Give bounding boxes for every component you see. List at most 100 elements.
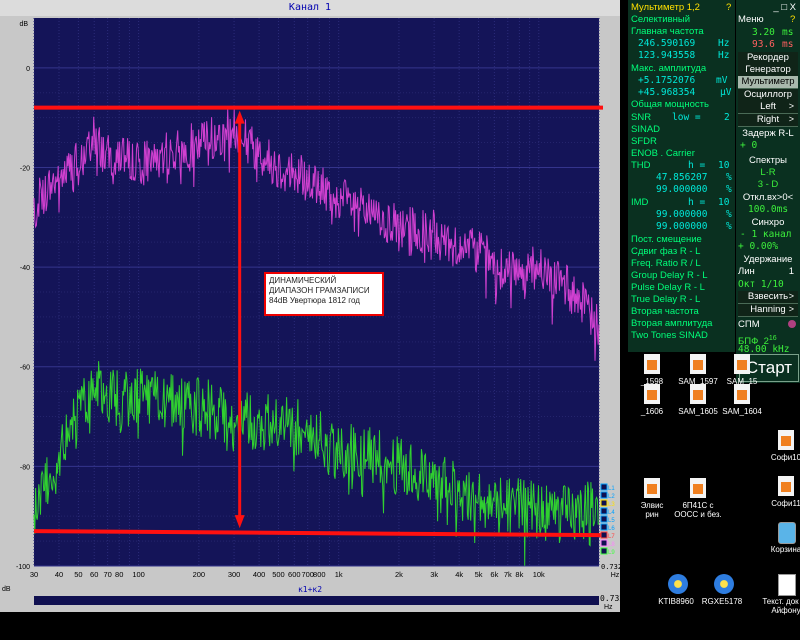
snr-item[interactable]: SNR xyxy=(631,112,651,123)
enob-item[interactable]: ENOB . Carrier xyxy=(631,148,695,159)
x-tick-label: 7k xyxy=(504,570,512,579)
desktop-icon-label: Софи11 xyxy=(771,499,800,508)
imd-h-value[interactable]: 10 xyxy=(718,197,729,208)
weight-button[interactable]: Взвесить > xyxy=(738,291,798,304)
desktop-icon[interactable]: Корзина xyxy=(756,520,800,560)
x-tick-label: 100 xyxy=(132,570,145,579)
x-tick-label: 10k xyxy=(533,570,545,579)
delay-label[interactable]: Задерж R-L xyxy=(736,128,800,139)
x-tick-label: 30 xyxy=(30,570,38,579)
x-tick-label: 1k xyxy=(335,570,343,579)
file-icon xyxy=(644,354,660,374)
x-tick-label: 5k xyxy=(475,570,483,579)
bottom-strip-hz: Hz xyxy=(604,604,613,611)
lr-selector[interactable]: L·R xyxy=(736,167,800,178)
channel-marker-box[interactable] xyxy=(600,499,608,507)
y-tick-label: -40 xyxy=(20,265,30,272)
time-value-2: 93.6 xyxy=(752,39,775,50)
fft-exponent: 16 xyxy=(768,335,777,342)
multimeter-help-button[interactable]: ? xyxy=(726,2,731,13)
desktop-icon[interactable]: RGXE5178 xyxy=(692,572,752,612)
multimeter-item[interactable]: Сдвиг фаз R - L xyxy=(631,246,700,257)
octave-value[interactable]: Окт 1/10 xyxy=(738,279,784,290)
multimeter-item[interactable]: Freq. Ratio R / L xyxy=(631,258,701,269)
bottom-strip-db-label: dB xyxy=(2,586,11,593)
x-tick-label: 500 xyxy=(272,570,285,579)
channel-marker-box[interactable] xyxy=(600,539,608,547)
x-tick-label: 2k xyxy=(395,570,403,579)
multimeter-item[interactable]: Вторая частота xyxy=(631,306,699,317)
delay-value[interactable]: + 0 xyxy=(740,140,757,151)
right-channel-button[interactable]: Right > xyxy=(738,114,798,127)
y-tick-label: -100 xyxy=(16,564,30,571)
channel-marker-box[interactable] xyxy=(600,515,608,523)
imd-item[interactable]: IMD xyxy=(631,197,648,208)
desktop-icon[interactable]: SAM_1604 xyxy=(712,382,772,422)
desktop-icon-label: 6П41С с ООСС и без. xyxy=(674,501,722,519)
thd-percent-1: % xyxy=(726,172,732,183)
thd-h-value[interactable]: 10 xyxy=(718,160,729,171)
file-icon xyxy=(690,478,706,498)
three-d-button[interactable]: 3 - D xyxy=(736,179,800,190)
channel-marker-label: L3 xyxy=(608,502,615,508)
side-menu: _ □ X Меню ? 3.20 ms 93.6 ms Рекордер Ге… xyxy=(736,0,800,383)
channel-marker-box[interactable] xyxy=(600,523,608,531)
channel-marker-box[interactable] xyxy=(600,483,608,491)
multimeter-item[interactable]: Пост. смещение xyxy=(631,234,702,245)
hold-label[interactable]: Удержание xyxy=(736,254,800,265)
multimeter-label: Мультиметр xyxy=(741,76,795,87)
multimeter-title: Мультиметр 1,2 xyxy=(631,2,700,13)
imd-value-2: 99.000000 xyxy=(656,221,708,232)
time-unit-1: ms xyxy=(782,27,794,38)
program-icon xyxy=(668,574,688,594)
channel-marker-box[interactable] xyxy=(600,547,608,555)
x-tick-label: 400 xyxy=(253,570,266,579)
mode-selector[interactable]: Селективный xyxy=(631,14,690,25)
sync-value[interactable]: - 1 канал xyxy=(740,229,791,240)
sync-percent: + 0.00% xyxy=(738,241,779,252)
spm-indicator-icon[interactable] xyxy=(788,320,796,328)
oscillograph-label: Осциллогр xyxy=(743,89,793,100)
amp1-value: +5.1752076 xyxy=(638,75,696,86)
total-power-item[interactable]: Общая мощность xyxy=(631,99,709,110)
sync-label[interactable]: Синхро xyxy=(736,217,800,228)
amp1-unit: mV xyxy=(716,75,728,86)
channel-marker-label: L5 xyxy=(608,518,615,524)
left-channel-button[interactable]: Left > xyxy=(738,101,798,114)
multimeter-item[interactable]: Pulse Delay R - L xyxy=(631,282,705,293)
channel-marker-box[interactable] xyxy=(600,507,608,515)
multimeter-item[interactable]: Two Tones SINAD xyxy=(631,330,708,341)
file-icon xyxy=(644,478,660,498)
imd-percent-1: % xyxy=(726,209,732,220)
desktop-icon[interactable]: Текст. док по Айфону xyxy=(756,572,800,615)
channel-marker-label: L2 xyxy=(608,494,615,500)
low-label: low = xyxy=(672,112,701,123)
desktop-icon[interactable]: Софи10 xyxy=(756,428,800,468)
desktop-icon[interactable]: 6П41С с ООСС и без. xyxy=(668,476,728,519)
window-function-button[interactable]: Hanning > xyxy=(738,304,798,317)
multimeter-button[interactable]: Мультиметр xyxy=(738,76,798,89)
input-off-value: 100.0ms xyxy=(748,204,789,215)
channel-marker-box[interactable] xyxy=(600,531,608,539)
freq1-value: 246.590169 xyxy=(638,38,696,49)
multimeter-item[interactable]: True Delay R - L xyxy=(631,294,700,305)
right-readout: 0.7324 xyxy=(601,563,620,571)
sfdr-item[interactable]: SFDR xyxy=(631,136,657,147)
input-off-label[interactable]: Откл.вх>0< xyxy=(736,192,800,203)
desktop-icon[interactable]: Софи11 xyxy=(756,474,800,514)
time-value-1: 3.20 xyxy=(752,27,775,38)
main-freq-label[interactable]: Главная частота xyxy=(631,26,704,37)
bottom-strip-scrollbar[interactable] xyxy=(34,596,599,605)
multimeter-item[interactable]: Group Delay R - L xyxy=(631,270,708,281)
sinad-item[interactable]: SINAD xyxy=(631,124,660,135)
channel-marker-box[interactable] xyxy=(600,491,608,499)
spectra-button[interactable]: Спектры xyxy=(736,155,800,166)
chevron-right-icon: > xyxy=(788,114,794,124)
menu-help-icon[interactable]: ? xyxy=(790,14,795,25)
low-value[interactable]: 2 xyxy=(724,112,730,123)
thd-percent-2: % xyxy=(726,184,732,195)
window-controls[interactable]: _ □ X xyxy=(736,2,800,13)
multimeter-item[interactable]: Вторая амплитуда xyxy=(631,318,712,329)
thd-item[interactable]: THD xyxy=(631,160,651,171)
max-amp-label[interactable]: Макс. амплитуда xyxy=(631,63,706,74)
